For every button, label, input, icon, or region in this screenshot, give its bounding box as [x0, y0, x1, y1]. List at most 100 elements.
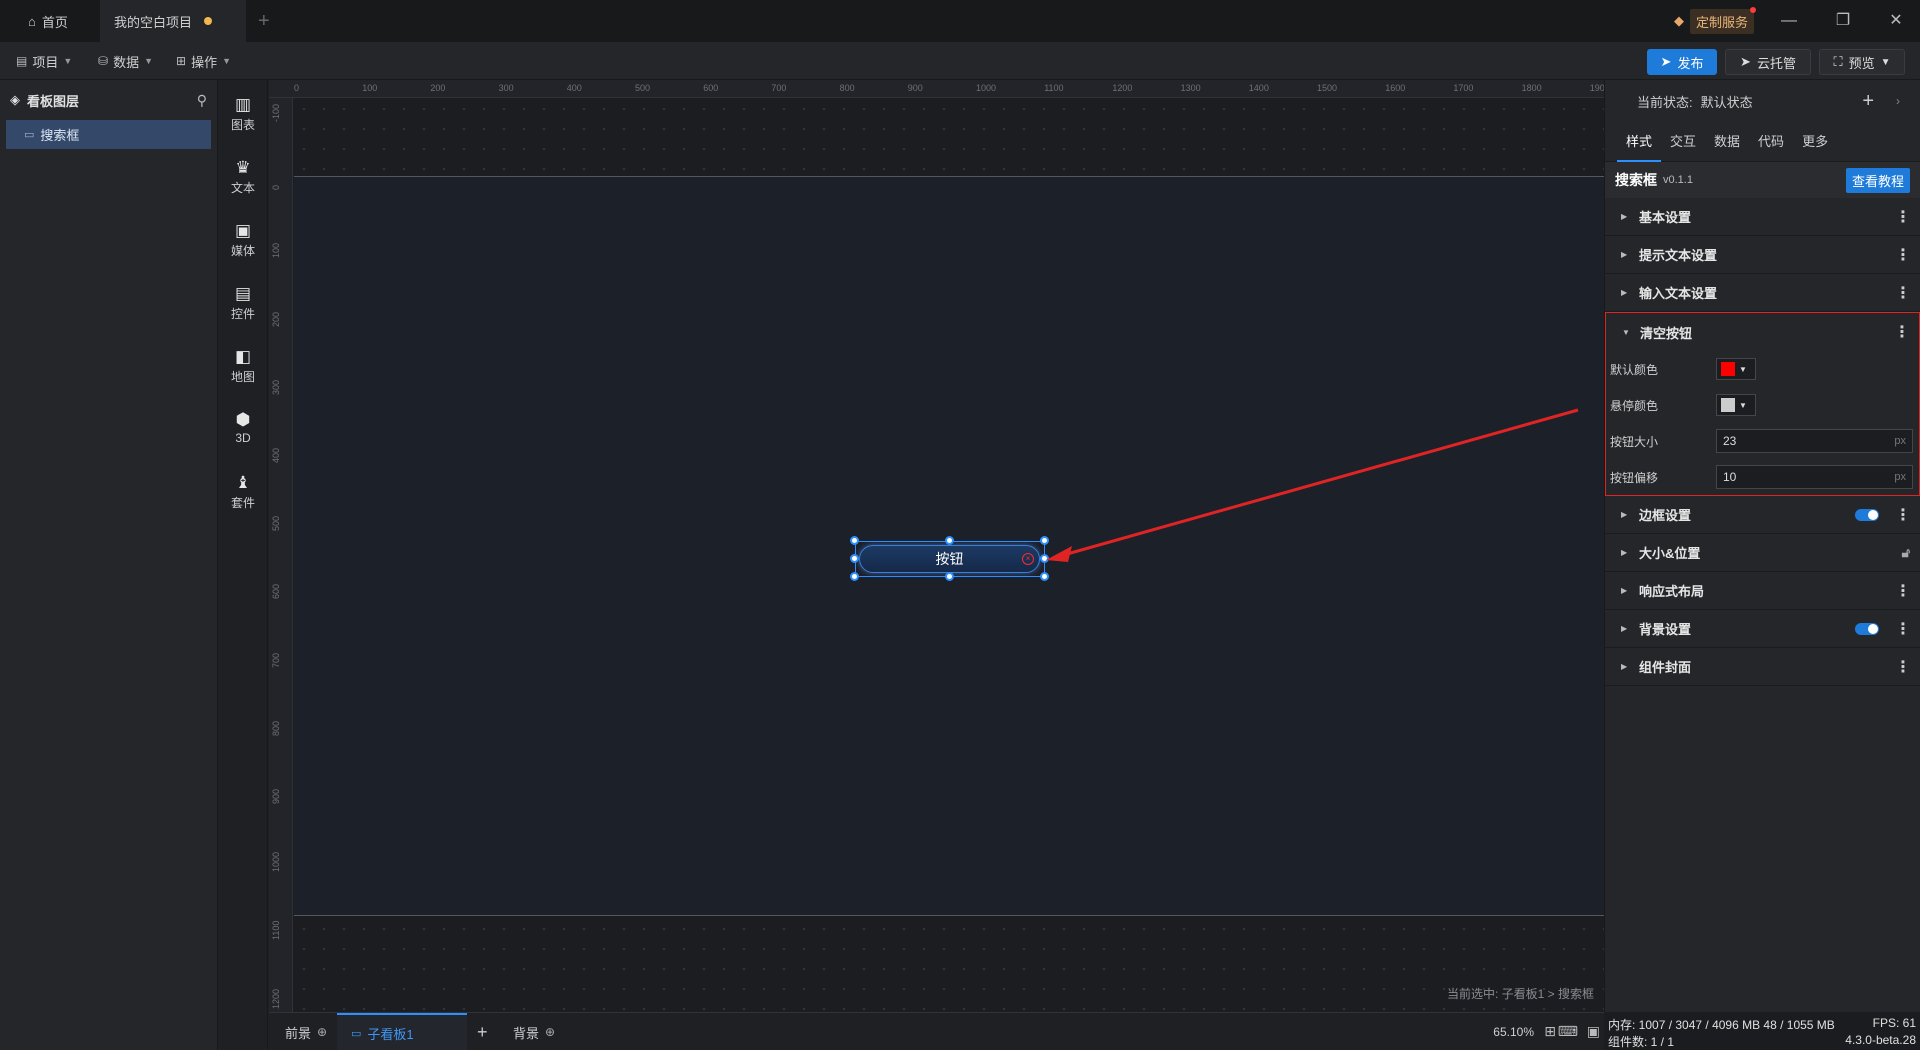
- state-bar: 当前状态: 默认状态 + ›: [1605, 80, 1920, 122]
- rail-item-chart[interactable]: ▥ 图表: [218, 94, 268, 144]
- rail-item-control[interactable]: ▤ 控件: [218, 283, 268, 333]
- tab-interaction[interactable]: 交互: [1661, 122, 1705, 162]
- more-vertical-icon[interactable]: ⋮: [1895, 657, 1911, 677]
- more-vertical-icon[interactable]: ⋮: [1895, 283, 1911, 303]
- tab-background[interactable]: 背景 ⊕: [513, 1013, 555, 1050]
- component-name: 搜索框: [1615, 172, 1657, 188]
- rail-item-media[interactable]: ▣ 媒体: [218, 220, 268, 270]
- tab-project[interactable]: 我的空白项目: [100, 0, 246, 42]
- preview-button[interactable]: ⛶ 预览 ▼: [1819, 49, 1905, 75]
- component-version: v0.1.1: [1663, 174, 1693, 186]
- rail-item-3d[interactable]: ⬢ 3D: [218, 409, 268, 459]
- more-vertical-icon[interactable]: ⋮: [1895, 245, 1911, 265]
- search-icon[interactable]: ⚲: [197, 92, 207, 109]
- section-title: 边框设置: [1639, 508, 1692, 523]
- minimize-icon[interactable]: —: [1776, 8, 1802, 34]
- section-size-position[interactable]: ▶ 大小&位置 🔓︎: [1605, 534, 1920, 572]
- section-input-text[interactable]: ▶ 输入文本设置 ⋮: [1605, 274, 1920, 312]
- menu-data-label: 数据: [113, 54, 140, 70]
- more-vertical-icon[interactable]: ⋮: [1894, 322, 1910, 342]
- tab-style[interactable]: 样式: [1617, 122, 1662, 162]
- canvas-area[interactable]: 0 100 200 300 400 500 600 700 800 900 1000 1100 1200…: [269, 80, 1604, 1012]
- keyboard-icon[interactable]: ⌨: [1558, 1023, 1578, 1040]
- add-tab-icon[interactable]: +: [258, 10, 270, 33]
- ruler-tick-label: 1100: [1044, 83, 1064, 93]
- clear-button-icon[interactable]: ×: [1022, 553, 1034, 565]
- view-tutorial-button[interactable]: 查看教程: [1845, 167, 1910, 193]
- section-background[interactable]: ▶ 背景设置 ⋮: [1605, 610, 1920, 648]
- ruler-tick-label: 1000: [271, 852, 281, 873]
- horizontal-ruler: 0 100 200 300 400 500 600 700 800 900 1000 1100 1200…: [269, 80, 1604, 98]
- chevron-right-icon[interactable]: ›: [1896, 94, 1900, 108]
- default-color-picker[interactable]: ▼: [1716, 358, 1756, 380]
- rail-label: 地图: [230, 370, 255, 384]
- section-clear-button-header[interactable]: ▼ 清空按钮 ⋮: [1606, 313, 1919, 351]
- section-responsive[interactable]: ▶ 响应式布局 ⋮: [1605, 572, 1920, 610]
- resize-handle-sw[interactable]: [850, 572, 859, 581]
- grid-icon: ⊞: [176, 54, 187, 68]
- search-box-pill[interactable]: 按钮: [859, 545, 1040, 573]
- rail-item-kit[interactable]: ♝ 套件: [218, 472, 268, 522]
- tab-more[interactable]: 更多: [1793, 122, 1837, 162]
- fit-screen-icon[interactable]: ⊞: [1544, 1023, 1556, 1040]
- custom-service-button[interactable]: ◆ 定制服务: [1668, 6, 1760, 34]
- restore-icon[interactable]: ❐: [1830, 8, 1856, 34]
- rail-item-text[interactable]: ♛ 文本: [218, 157, 268, 207]
- chevron-down-icon: ▼: [222, 56, 231, 66]
- resize-handle-s[interactable]: [945, 572, 954, 581]
- more-vertical-icon[interactable]: ⋮: [1895, 505, 1911, 525]
- menu-project[interactable]: ▤ 项目 ▼: [16, 42, 72, 80]
- ruler-tick-label: 800: [839, 83, 855, 93]
- preview-label: 预览: [1848, 55, 1875, 71]
- tab-data[interactable]: 数据: [1705, 122, 1749, 162]
- resize-handle-n[interactable]: [945, 536, 954, 545]
- section-basic[interactable]: ▶ 基本设置 ⋮: [1605, 198, 1920, 236]
- border-toggle[interactable]: [1855, 508, 1879, 521]
- resize-handle-w[interactable]: [850, 554, 859, 563]
- ruler-tick-label: 200: [271, 311, 281, 327]
- monitor-icon: ▭: [351, 1027, 362, 1040]
- state-value[interactable]: 默认状态: [1701, 92, 1753, 111]
- tab-project-label: 我的空白项目: [114, 14, 193, 30]
- section-placeholder-text[interactable]: ▶ 提示文本设置 ⋮: [1605, 236, 1920, 274]
- section-border[interactable]: ▶ 边框设置 ⋮: [1605, 496, 1920, 534]
- rail-label: 控件: [230, 307, 255, 321]
- button-offset-input[interactable]: 10 px: [1716, 465, 1913, 489]
- rail-item-map[interactable]: ◧ 地图: [218, 346, 268, 396]
- add-circle-icon[interactable]: ⊕: [317, 1025, 327, 1039]
- hover-color-picker[interactable]: ▼: [1716, 394, 1756, 416]
- resize-handle-ne[interactable]: [1040, 536, 1049, 545]
- caret-right-icon: ▶: [1621, 212, 1628, 221]
- publish-button[interactable]: ➤ 发布: [1647, 49, 1717, 75]
- more-vertical-icon[interactable]: ⋮: [1895, 619, 1911, 639]
- button-size-input[interactable]: 23 px: [1716, 429, 1913, 453]
- more-vertical-icon[interactable]: ⋮: [1895, 207, 1911, 227]
- menu-ops-label: 操作: [191, 54, 218, 70]
- add-state-icon[interactable]: +: [1862, 90, 1874, 113]
- media-icon: ▣: [234, 221, 252, 240]
- menu-data[interactable]: ⛁ 数据 ▼: [98, 42, 153, 80]
- menu-ops[interactable]: ⊞ 操作 ▼: [176, 42, 231, 80]
- ruler-tick-label: 1900: [1589, 83, 1604, 93]
- section-cover[interactable]: ▶ 组件封面 ⋮: [1605, 648, 1920, 686]
- cloud-hosting-button[interactable]: ➤ 云托管: [1725, 49, 1811, 75]
- section-title: 输入文本设置: [1639, 286, 1718, 301]
- tab-foreground[interactable]: 前景 ⊕: [279, 1013, 333, 1050]
- ruler-tick-label: 1600: [1385, 83, 1406, 93]
- layer-item-search-box[interactable]: ▭ 搜索框: [6, 120, 211, 149]
- close-icon[interactable]: ✕: [1883, 8, 1909, 34]
- add-board-icon[interactable]: +: [477, 1013, 488, 1050]
- tab-sub-board[interactable]: ▭ 子看板1: [337, 1013, 467, 1050]
- more-vertical-icon[interactable]: ⋮: [1895, 581, 1911, 601]
- tab-home[interactable]: ⌂ 首页: [14, 0, 100, 42]
- terminal-icon[interactable]: ▣: [1587, 1023, 1600, 1040]
- add-circle-icon[interactable]: ⊕: [545, 1025, 555, 1039]
- resize-handle-nw[interactable]: [850, 536, 859, 545]
- lock-icon[interactable]: 🔓︎: [1902, 545, 1910, 561]
- chevron-down-icon: ▼: [1880, 56, 1891, 68]
- zoom-level[interactable]: 65.10%: [1493, 1025, 1534, 1039]
- resize-handle-e[interactable]: [1040, 554, 1049, 563]
- tab-code[interactable]: 代码: [1749, 122, 1793, 162]
- resize-handle-se[interactable]: [1040, 572, 1049, 581]
- background-toggle[interactable]: [1855, 622, 1879, 635]
